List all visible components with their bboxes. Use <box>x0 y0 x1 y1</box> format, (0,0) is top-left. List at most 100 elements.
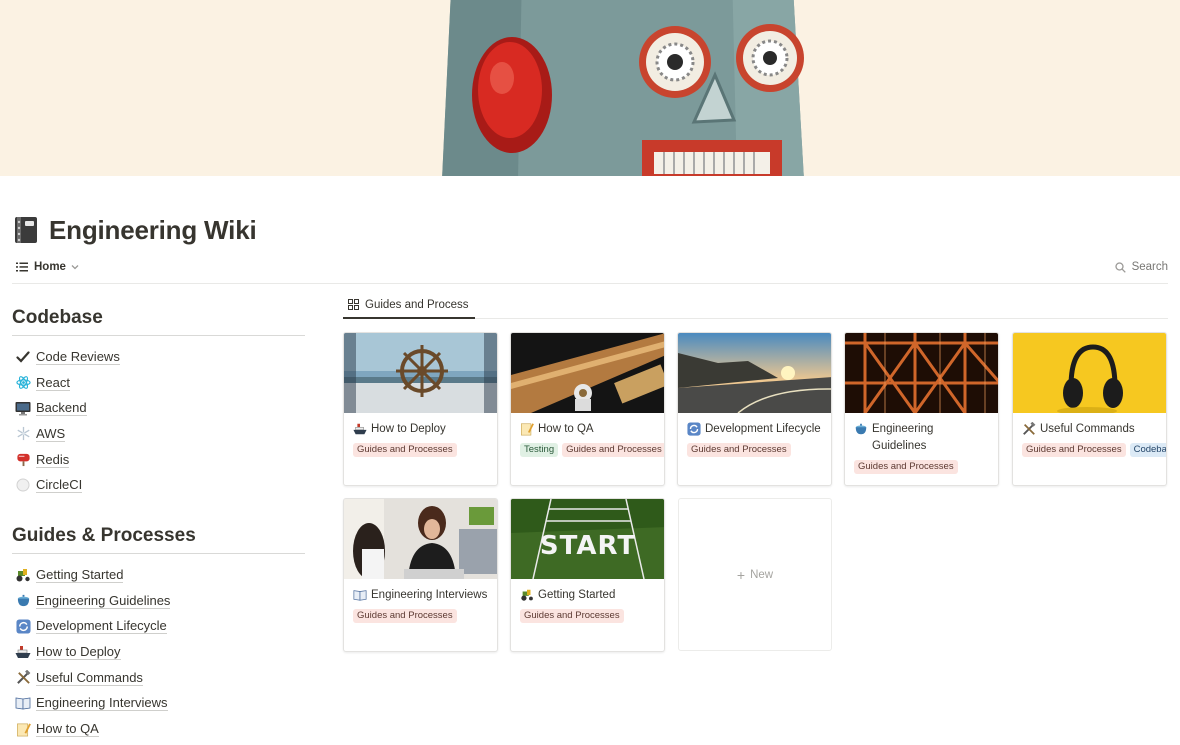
card-useful-commands[interactable]: Useful Commands Guides and Processes Cod… <box>1012 332 1167 486</box>
gallery-view: Guides and Process How to Deploy Guides … <box>343 292 1168 652</box>
view-header-bar: Home Search <box>12 258 1168 284</box>
sidebar-item-label: React <box>36 374 70 391</box>
sidebar-item-label: Redis <box>36 451 70 468</box>
snowflake-icon <box>15 426 31 442</box>
card-engineering-guidelines[interactable]: Engineering Guidelines Guides and Proces… <box>844 332 999 486</box>
monitor-icon <box>15 400 31 416</box>
tools-icon <box>1023 422 1036 435</box>
sidebar-item-label: Engineering Guidelines <box>36 592 171 609</box>
page-title-row: Engineering Wiki <box>13 212 257 248</box>
list-icon <box>16 262 28 272</box>
cover-image <box>0 0 1180 176</box>
check-mark-icon <box>15 349 31 365</box>
card-title: Development Lifecycle <box>678 413 831 438</box>
sidebar-item-label: AWS <box>36 425 66 442</box>
mailbox-icon <box>15 452 31 468</box>
notebook-icon <box>15 217 37 243</box>
sidebar-item-how-to-deploy[interactable]: How to Deploy <box>12 639 305 665</box>
sidebar-item-label: Getting Started <box>36 566 124 583</box>
sidebar: Codebase Code Reviews React Backend AWS … <box>12 296 305 742</box>
ship-icon <box>353 423 367 435</box>
sidebar-item-label: Development Lifecycle <box>36 618 167 635</box>
tag-codebase: Codebase <box>1129 443 1166 457</box>
sidebar-item-backend[interactable]: Backend <box>12 395 305 421</box>
start-painted-text: START <box>540 531 636 561</box>
tag-guides-and-processes: Guides and Processes <box>520 609 624 623</box>
card-title: Engineering Interviews <box>344 579 497 604</box>
card-title: How to Deploy <box>344 413 497 438</box>
card-cover-ship-wheel <box>344 333 497 413</box>
card-title: How to QA <box>511 413 664 438</box>
gallery-tab-row: Guides and Process <box>343 292 1168 319</box>
section-title-guides: Guides & Processes <box>12 514 305 555</box>
card-tags: Guides and Processes <box>344 438 497 457</box>
sidebar-item-useful-commands[interactable]: Useful Commands <box>12 665 305 691</box>
sidebar-item-react[interactable]: React <box>12 370 305 396</box>
search-button[interactable]: Search <box>1114 261 1168 273</box>
card-title: Getting Started <box>511 579 664 604</box>
sidebar-item-getting-started[interactable]: Getting Started <box>12 562 305 588</box>
sidebar-item-redis[interactable]: Redis <box>12 447 305 473</box>
cycle-arrows-icon <box>15 618 31 634</box>
plus-icon: + <box>736 566 746 583</box>
chevron-down-icon <box>71 265 79 270</box>
sidebar-item-development-lifecycle[interactable]: Development Lifecycle <box>12 614 305 640</box>
tractor-icon <box>521 589 533 601</box>
card-tags: Guides and Processes Codebase <box>1013 438 1166 457</box>
sidebar-item-label: How to Deploy <box>36 644 121 661</box>
card-tags: Guides and Processes <box>678 438 831 457</box>
card-cover-headphones <box>1013 333 1166 413</box>
card-title: Useful Commands <box>1013 413 1166 438</box>
card-development-lifecycle[interactable]: Development Lifecycle Guides and Process… <box>677 332 832 486</box>
sidebar-item-how-to-qa[interactable]: How to QA <box>12 716 305 742</box>
sidebar-item-label: How to QA <box>36 721 99 738</box>
sidebar-item-label: CircleCI <box>36 477 83 494</box>
new-card-label: New <box>750 568 774 581</box>
card-cover-steel-structure <box>845 333 998 413</box>
ship-icon <box>15 644 31 660</box>
sidebar-item-circleci[interactable]: CircleCI <box>12 472 305 498</box>
card-tags: Guides and Processes <box>845 455 998 474</box>
sidebar-item-label: Backend <box>36 400 87 417</box>
card-cover-road-sunset <box>678 333 831 413</box>
tag-guides-and-processes: Guides and Processes <box>353 609 457 623</box>
card-engineering-interviews[interactable]: Engineering Interviews Guides and Proces… <box>343 498 498 652</box>
sidebar-item-aws[interactable]: AWS <box>12 421 305 447</box>
open-book-icon <box>353 590 367 601</box>
card-cover-start-line: START <box>511 499 664 579</box>
pot-icon <box>15 593 31 609</box>
sidebar-item-engineering-guidelines[interactable]: Engineering Guidelines <box>12 588 305 614</box>
atom-icon <box>15 375 31 391</box>
card-tags: Guides and Processes <box>344 604 497 623</box>
card-how-to-deploy[interactable]: How to Deploy Guides and Processes <box>343 332 498 486</box>
tag-guides-and-processes: Guides and Processes <box>1022 443 1126 457</box>
page-title: Engineering Wiki <box>49 214 257 245</box>
white-circle-icon <box>15 477 31 493</box>
new-card-button[interactable]: + New <box>678 498 832 651</box>
card-getting-started[interactable]: START Getting Started Guides and Process… <box>510 498 665 652</box>
tag-testing: Testing <box>520 443 559 457</box>
sidebar-item-label: Code Reviews <box>36 348 120 365</box>
card-cover-astronaut <box>511 333 664 413</box>
tab-label: Guides and Process <box>365 298 469 311</box>
home-view-selector[interactable]: Home <box>16 261 79 273</box>
cycle-arrows-icon <box>687 422 701 436</box>
open-book-icon <box>15 695 31 711</box>
tag-guides-and-processes: Guides and Processes <box>353 443 457 457</box>
tab-guides-and-process[interactable]: Guides and Process <box>343 292 475 319</box>
codebase-section: Codebase Code Reviews React Backend AWS … <box>12 296 305 498</box>
card-how-to-qa[interactable]: How to QA Testing Guides and Processes <box>510 332 665 486</box>
sidebar-item-code-reviews[interactable]: Code Reviews <box>12 344 305 370</box>
home-view-label: Home <box>34 261 66 273</box>
pot-icon <box>855 423 867 435</box>
sidebar-item-label: Engineering Interviews <box>36 695 168 712</box>
sidebar-item-label: Useful Commands <box>36 669 143 686</box>
sidebar-item-engineering-interviews[interactable]: Engineering Interviews <box>12 691 305 717</box>
tag-guides-and-processes: Guides and Processes <box>562 443 664 457</box>
tools-icon <box>15 670 31 686</box>
memo-icon <box>15 721 31 737</box>
guides-section: Guides & Processes Getting Started Engin… <box>12 514 305 742</box>
card-title: Engineering Guidelines <box>845 413 998 455</box>
memo-icon <box>521 423 534 436</box>
section-title-codebase: Codebase <box>12 296 305 336</box>
